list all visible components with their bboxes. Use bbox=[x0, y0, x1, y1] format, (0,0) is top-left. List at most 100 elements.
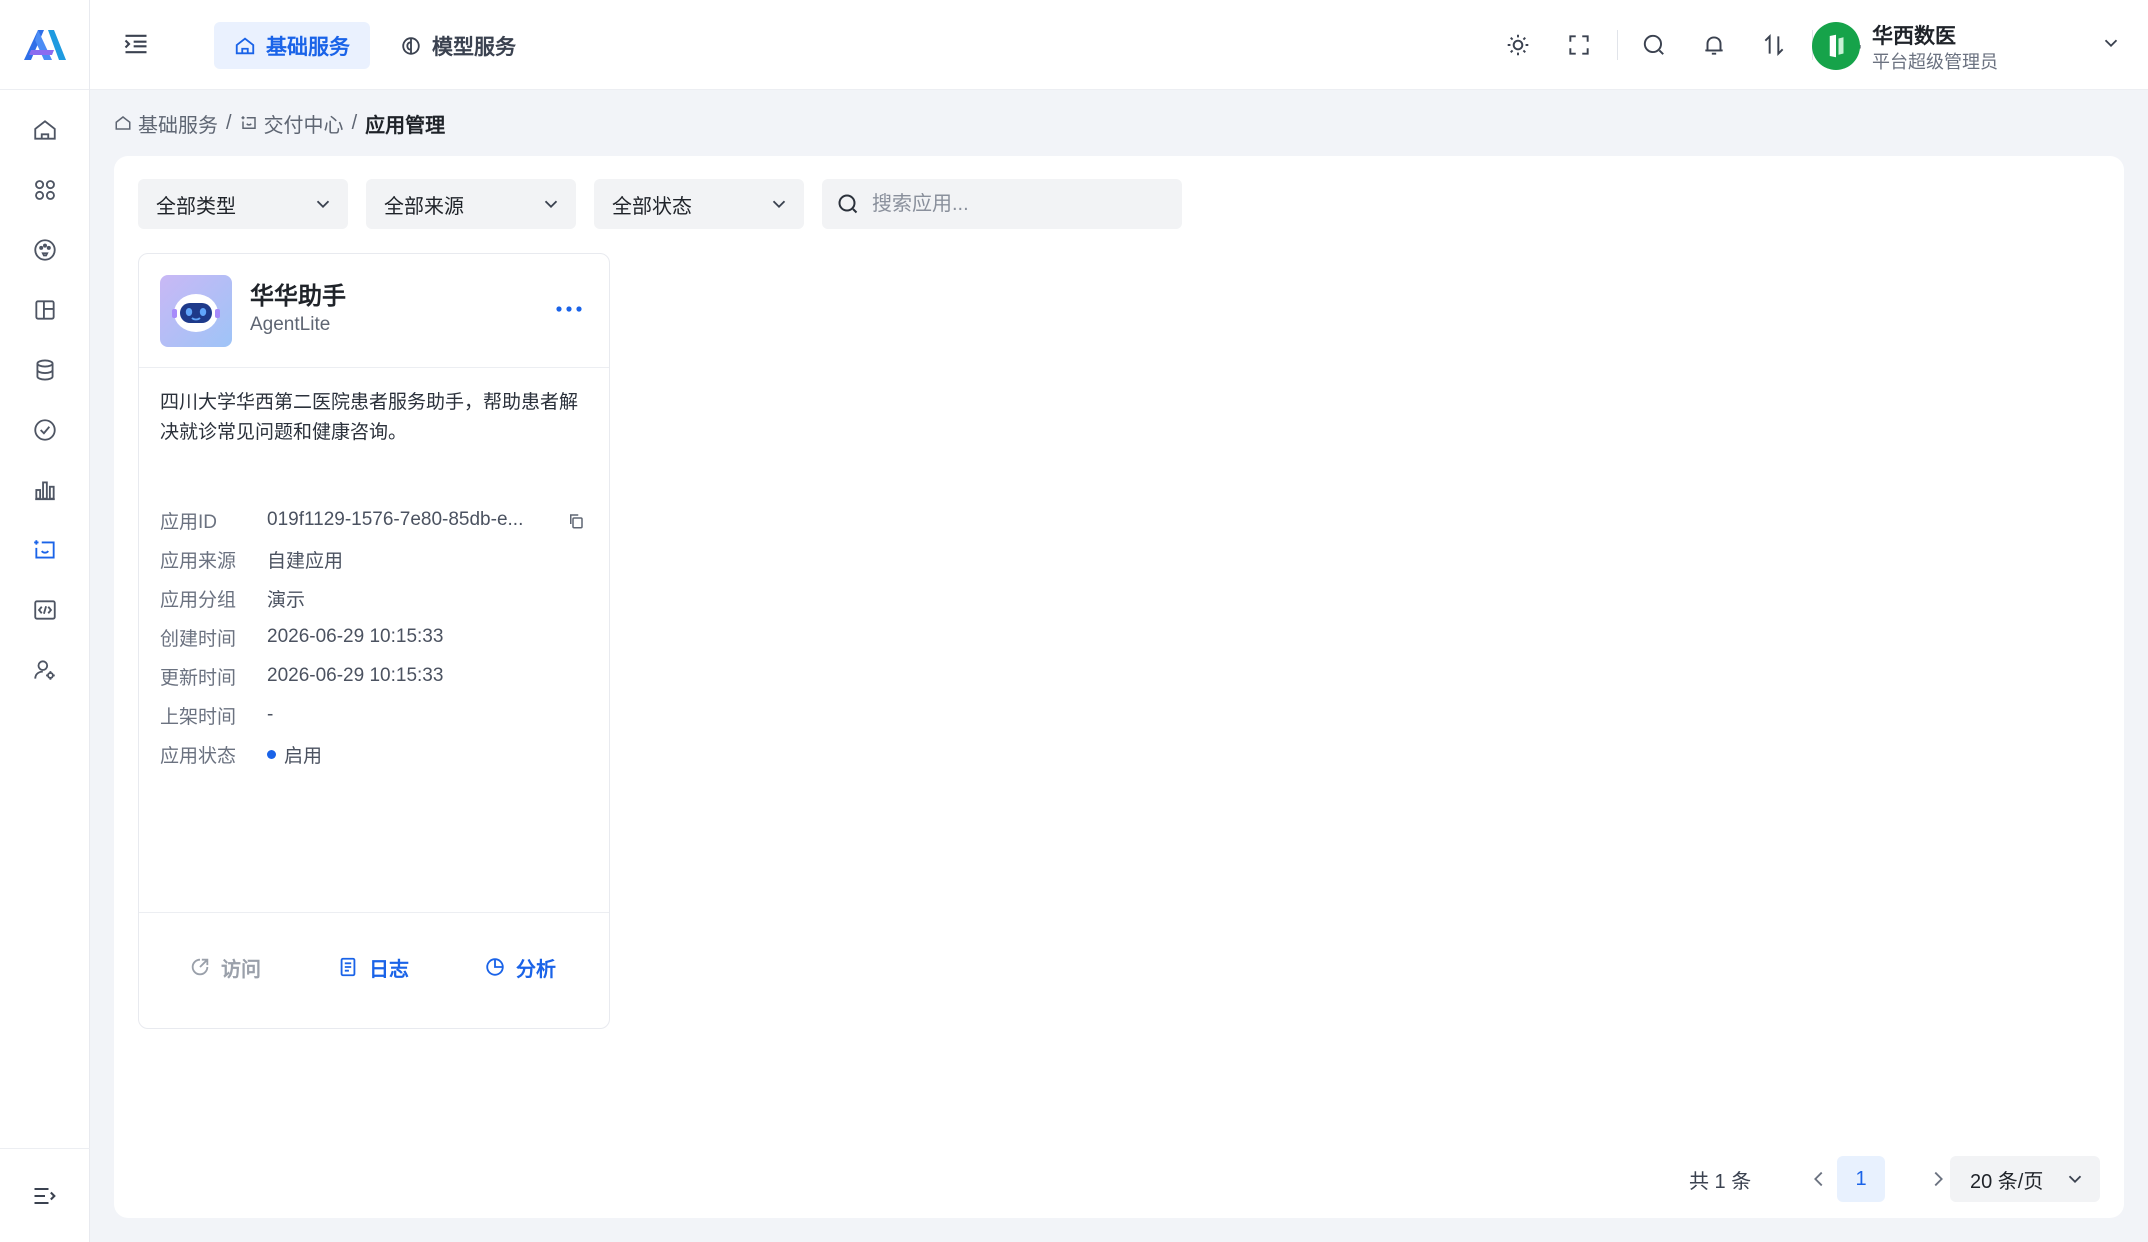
copy-id-button[interactable] bbox=[567, 512, 585, 535]
source-filter-value: 全部来源 bbox=[384, 195, 464, 218]
sidebar-item-home[interactable] bbox=[22, 107, 68, 153]
log-label: 日志 bbox=[369, 958, 409, 981]
search-button[interactable] bbox=[1637, 28, 1671, 62]
app-root: 基础服务 模型服务 华西数医 平台超级管理员 基础服务 / 交付中心 / 应用管… bbox=[0, 0, 2148, 1242]
prev-page-button[interactable] bbox=[1796, 1156, 1842, 1202]
status-filter-select[interactable]: 全部状态 bbox=[594, 179, 804, 229]
fullscreen-icon bbox=[1569, 35, 1589, 55]
home-icon bbox=[115, 116, 131, 130]
tab-basic-services[interactable]: 基础服务 bbox=[214, 22, 370, 69]
info-value: 自建应用 bbox=[267, 550, 344, 572]
sort-icon bbox=[1764, 33, 1784, 57]
pie-chart-icon bbox=[486, 958, 504, 976]
info-row-app-id: 应用ID 019f1129-1576-7e80-85db-e... bbox=[160, 505, 523, 535]
chevron-left-icon bbox=[1814, 1171, 1823, 1187]
model-icon bbox=[402, 36, 420, 55]
user-name[interactable]: 华西数医 bbox=[1872, 20, 1956, 50]
page-size-select[interactable]: 20 条/页 bbox=[1950, 1156, 2100, 1202]
sun-icon bbox=[1507, 34, 1529, 56]
more-options-button[interactable] bbox=[551, 294, 587, 324]
theme-toggle-button[interactable] bbox=[1501, 28, 1535, 62]
search-icon bbox=[838, 194, 858, 214]
home-icon bbox=[34, 120, 56, 140]
robot-avatar-icon bbox=[172, 294, 220, 332]
app-avatar bbox=[160, 275, 232, 347]
chevron-down-icon bbox=[2068, 1175, 2082, 1184]
info-value: - bbox=[267, 704, 274, 725]
sidebar-item-layout[interactable] bbox=[22, 287, 68, 333]
info-label: 更新时间 bbox=[160, 667, 237, 689]
delivery-icon bbox=[34, 540, 55, 559]
app-description: 四川大学华西第二医院患者服务助手，帮助患者解决就诊常见问题和健康咨询。 bbox=[160, 392, 579, 443]
visit-label: 访问 bbox=[221, 958, 261, 981]
home-icon bbox=[235, 37, 255, 54]
info-label: 创建时间 bbox=[160, 628, 237, 650]
breadcrumb-label: 交付中心 bbox=[263, 114, 344, 137]
sidebar-item-user-settings[interactable] bbox=[22, 647, 68, 693]
info-label: 应用状态 bbox=[160, 745, 237, 767]
chevron-down-icon bbox=[2104, 39, 2118, 48]
tab-basic-services-label: 基础服务 bbox=[266, 35, 350, 59]
sidebar-item-delivery[interactable] bbox=[22, 527, 68, 573]
app-name: 华华助手 bbox=[250, 283, 346, 310]
sidebar-item-stats[interactable] bbox=[22, 467, 68, 513]
menu-toggle-button[interactable] bbox=[122, 30, 152, 60]
status-filter-value: 全部状态 bbox=[612, 195, 692, 218]
info-row-source: 应用来源 自建应用 bbox=[160, 544, 343, 574]
bar-chart-icon bbox=[35, 481, 55, 501]
sidebar-item-check[interactable] bbox=[22, 407, 68, 453]
info-label: 应用ID bbox=[160, 511, 218, 533]
info-label: 应用来源 bbox=[160, 550, 237, 572]
sidebar bbox=[0, 0, 90, 1242]
user-logo-icon bbox=[1829, 34, 1844, 58]
page-size-value: 20 条/页 bbox=[1970, 1170, 2044, 1193]
collapse-menu-icon bbox=[34, 1187, 56, 1204]
info-row-published: 上架时间 - bbox=[160, 700, 273, 730]
log-button[interactable]: 日志 bbox=[337, 945, 409, 989]
search-box bbox=[822, 179, 1182, 229]
search-input[interactable] bbox=[872, 192, 1162, 216]
logo[interactable] bbox=[0, 0, 89, 90]
topbar: 基础服务 模型服务 华西数医 平台超级管理员 bbox=[90, 0, 2148, 90]
avatar[interactable] bbox=[1812, 22, 1860, 70]
sidebar-item-database[interactable] bbox=[22, 347, 68, 393]
grid-icon bbox=[35, 180, 55, 200]
more-horizontal-icon bbox=[556, 306, 582, 312]
source-filter-select[interactable]: 全部来源 bbox=[366, 179, 576, 229]
page-number-button[interactable]: 1 bbox=[1837, 1156, 1885, 1202]
copy-icon bbox=[570, 514, 583, 529]
pagination-total: 共 1 条 bbox=[1689, 1170, 1752, 1193]
breadcrumb-item-basic-services[interactable]: 基础服务 bbox=[114, 109, 218, 138]
type-filter-value: 全部类型 bbox=[156, 195, 236, 218]
status-dot bbox=[267, 749, 276, 759]
app-type: AgentLite bbox=[250, 314, 331, 335]
external-link-icon bbox=[191, 958, 209, 976]
chevron-down-icon bbox=[772, 200, 786, 209]
sort-button[interactable] bbox=[1757, 28, 1791, 62]
sidebar-item-code[interactable] bbox=[22, 587, 68, 633]
layout-icon bbox=[35, 300, 55, 320]
delivery-icon bbox=[241, 116, 256, 129]
breadcrumb: 基础服务 / 交付中心 / 应用管理 bbox=[114, 108, 445, 138]
main-content: 全部类型 全部来源 全部状态 搜索应用... 华华助手 AgentLite 四川… bbox=[114, 156, 2124, 1218]
breadcrumb-current: 应用管理 bbox=[365, 114, 446, 137]
breadcrumb-item-delivery-center[interactable]: 交付中心 bbox=[240, 109, 344, 138]
fullscreen-button[interactable] bbox=[1562, 28, 1596, 62]
analyze-button[interactable]: 分析 bbox=[484, 945, 556, 989]
tab-model-services-label: 模型服务 bbox=[432, 35, 516, 59]
tab-model-services[interactable]: 模型服务 bbox=[380, 22, 536, 69]
chevron-down-icon bbox=[544, 200, 558, 209]
visit-button[interactable]: 访问 bbox=[189, 945, 261, 989]
chevron-down-icon bbox=[316, 200, 330, 209]
info-row-updated: 更新时间 2026-06-29 10:15:33 bbox=[160, 661, 443, 691]
sidebar-item-palette[interactable] bbox=[22, 227, 68, 273]
app-card[interactable]: 华华助手 AgentLite 四川大学华西第二医院患者服务助手，帮助患者解决就诊… bbox=[138, 253, 610, 1029]
notifications-button[interactable] bbox=[1697, 28, 1731, 62]
sidebar-item-apps[interactable] bbox=[22, 167, 68, 213]
sidebar-collapse-button[interactable] bbox=[0, 1148, 90, 1242]
indent-menu-icon bbox=[124, 34, 147, 54]
breadcrumb-label: 基础服务 bbox=[138, 114, 218, 137]
user-menu-dropdown[interactable] bbox=[2100, 32, 2122, 59]
type-filter-select[interactable]: 全部类型 bbox=[138, 179, 348, 229]
database-icon bbox=[36, 359, 54, 381]
